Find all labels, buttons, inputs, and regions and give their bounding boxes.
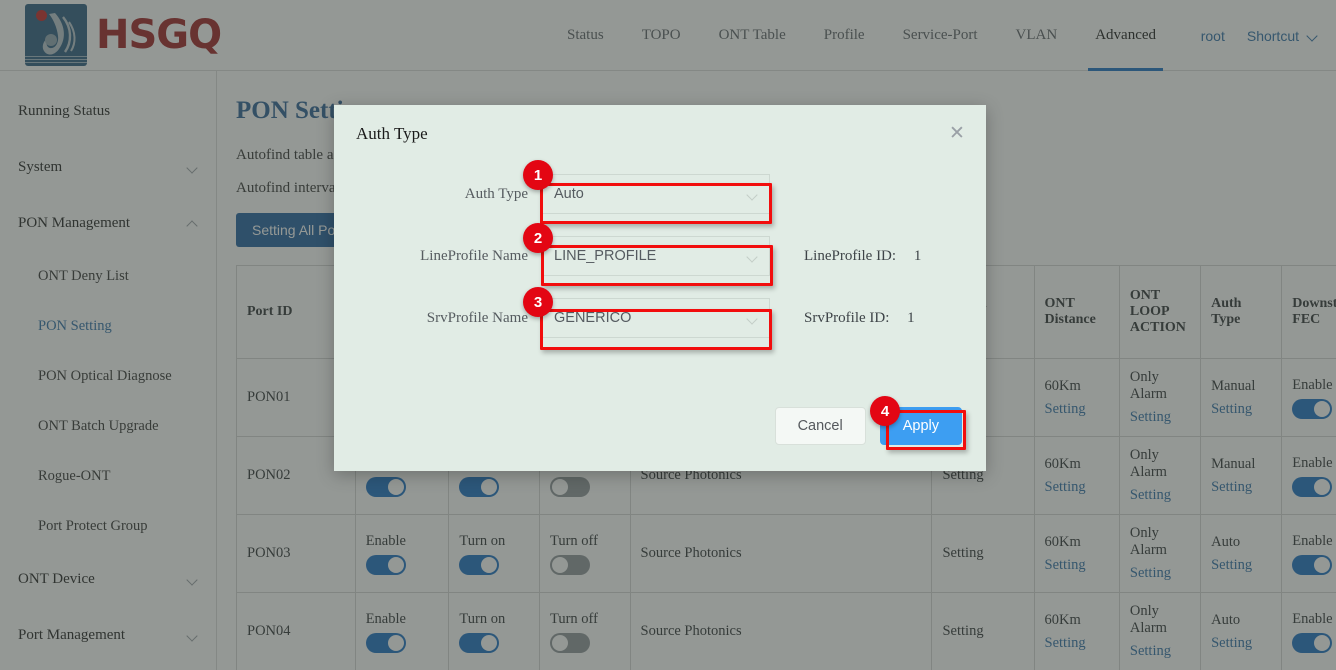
lineprofile-id-info: LineProfile ID: 1: [804, 248, 921, 265]
chevron-down-icon: [747, 313, 758, 324]
annotation-badge-2: 2: [523, 223, 553, 253]
dialog-footer: Cancel Apply: [775, 407, 962, 445]
lineprofile-id-label: LineProfile ID:: [804, 248, 896, 264]
dialog-title: Auth Type: [334, 105, 986, 144]
cancel-button[interactable]: Cancel: [775, 407, 866, 445]
lineprofile-id-value: 1: [914, 248, 922, 264]
srvprofile-name-select[interactable]: GENERICO: [542, 298, 770, 338]
auth-type-label: Auth Type: [334, 186, 542, 203]
lineprofile-name-label: LineProfile Name: [334, 248, 542, 265]
srvprofile-id-label: SrvProfile ID:: [804, 310, 889, 326]
app-root: HSGQ Status TOPO ONT Table Profile Servi…: [0, 0, 1336, 670]
chevron-down-icon: [747, 189, 758, 200]
annotation-badge-1: 1: [523, 160, 553, 190]
form-row-srvprofile: SrvProfile Name GENERICO SrvProfile ID: …: [334, 298, 986, 338]
annotation-badge-4: 4: [870, 396, 900, 426]
srvprofile-id-info: SrvProfile ID: 1: [804, 310, 915, 327]
form-row-lineprofile: LineProfile Name LINE_PROFILE LineProfil…: [334, 236, 986, 276]
form-row-auth-type: Auth Type Auto: [334, 174, 986, 214]
srvprofile-id-value: 1: [907, 310, 915, 326]
close-icon[interactable]: ✕: [946, 123, 968, 145]
srvprofile-name-value: GENERICO: [554, 310, 631, 326]
chevron-down-icon: [747, 251, 758, 262]
srvprofile-name-label: SrvProfile Name: [334, 310, 542, 327]
lineprofile-name-value: LINE_PROFILE: [554, 248, 656, 264]
auth-type-value: Auto: [554, 186, 584, 202]
annotation-badge-3: 3: [523, 287, 553, 317]
lineprofile-name-select[interactable]: LINE_PROFILE: [542, 236, 770, 276]
auth-type-select[interactable]: Auto: [542, 174, 770, 214]
